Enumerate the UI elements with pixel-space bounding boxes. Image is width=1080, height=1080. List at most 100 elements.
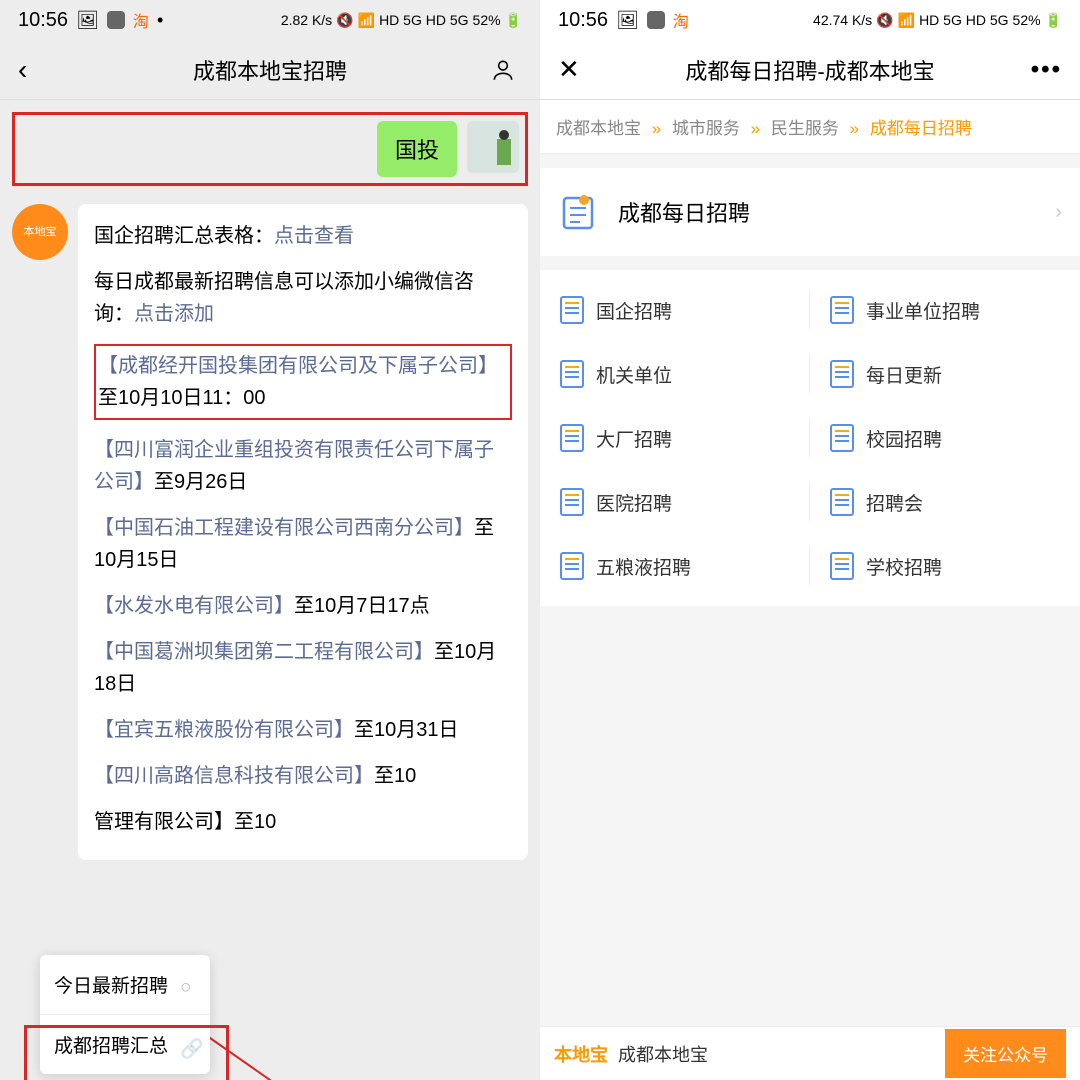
chat-title: 成都本地宝招聘 [50,54,490,86]
footer-bar: 本地宝 成都本地宝 关注公众号 [540,1026,1080,1080]
follow-button[interactable]: 关注公众号 [945,1029,1066,1078]
crumb-sep: » [751,119,760,138]
link-add[interactable]: 点击添加 [134,303,214,325]
incoming-message: 本地宝 国企招聘汇总表格：点击查看 每日成都最新招聘信息可以添加小编微信咨询：点… [12,204,528,860]
msg-item-2: 【四川富润企业重组投资有限责任公司下属子公司】至9月26日 [94,434,512,498]
category-grid: 国企招聘 事业单位招聘 机关单位 每日更新 大厂招聘 校园招聘 医院招聘 招聘会… [540,270,1080,606]
cat-soe[interactable]: 国企招聘 [540,278,810,342]
chat-body[interactable]: 国投 本地宝 国企招聘汇总表格：点击查看 每日成都最新招聘信息可以添加小编微信咨… [0,100,540,1080]
outgoing-bubble[interactable]: 国投 [377,121,457,177]
company-link-5[interactable]: 【中国葛洲坝集团第二工程有限公司】 [94,641,434,663]
msg-item-1-highlighted: 【成都经开国投集团有限公司及下属子公司】至10月10日11：00 [94,344,512,420]
close-button[interactable]: ✕ [558,54,590,85]
status-time: 10:56 [558,9,608,32]
doc-icon [830,296,854,324]
left-screen: 10:56 🖼 淘 • 2.82 K/s 🔇 📶 HD 5G HD 5G 52%… [0,0,540,1080]
cat-jobfair[interactable]: 招聘会 [810,470,1080,534]
company-link-7[interactable]: 【四川高路信息科技有限公司】 [94,765,374,787]
footer-text: 成都本地宝 [618,1041,708,1067]
cat-row: 五粮液招聘 学校招聘 [540,534,1080,598]
cat-campus[interactable]: 校园招聘 [810,406,1080,470]
doc-icon [560,424,584,452]
net-speed: 2.82 K/s [281,12,332,28]
cat-gov[interactable]: 机关单位 [540,342,810,406]
signal-text: HD 5G HD 5G [379,12,468,28]
mute-icon: 🔇 [336,12,353,29]
doc-icon [560,296,584,324]
wifi-icon: 📶 [898,12,915,29]
more-button[interactable]: ••• [1030,56,1062,84]
dot-icon: • [157,10,163,31]
chevron-right-icon: › [1055,201,1062,224]
doc-icon [830,360,854,388]
battery-icon: 🔋 [505,12,522,29]
taobao-icon: 淘 [133,8,149,32]
cat-hospital[interactable]: 医院招聘 [540,470,810,534]
msg-item-6: 【宜宾五粮液股份有限公司】至10月31日 [94,714,512,746]
msg-item-8: 管理有限公司】至10 [94,806,512,838]
picture-icon: 🖼 [76,10,99,31]
company-link-3[interactable]: 【中国石油工程建设有限公司西南分公司】 [94,517,474,539]
company-link-6[interactable]: 【宜宾五粮液股份有限公司】 [94,719,354,741]
status-time: 10:56 [18,9,68,32]
user-avatar[interactable] [467,121,519,173]
app-icon [647,11,665,29]
battery-text: 52% [1013,12,1041,28]
bot-avatar[interactable]: 本地宝 [12,204,68,260]
doc-icon [830,488,854,516]
outgoing-message-highlighted: 国投 [12,112,528,186]
doc-icon [830,552,854,580]
signal-text: HD 5G HD 5G [919,12,1008,28]
doc-icon [560,488,584,516]
profile-icon[interactable] [490,57,522,83]
page-title: 成都每日招聘-成都本地宝 [590,54,1030,86]
msg-item-4: 【水发水电有限公司】至10月7日17点 [94,590,512,622]
recruit-icon [558,190,602,234]
cat-daily[interactable]: 每日更新 [810,342,1080,406]
battery-text: 52% [473,12,501,28]
cat-wuliangye[interactable]: 五粮液招聘 [540,534,810,598]
company-link-4[interactable]: 【水发水电有限公司】 [94,595,294,617]
incoming-bubble: 国企招聘汇总表格：点击查看 每日成都最新招聘信息可以添加小编微信咨询：点击添加 … [78,204,528,860]
crumb-1[interactable]: 成都本地宝 [556,119,641,138]
crumb-3[interactable]: 民生服务 [771,119,839,138]
cat-row: 机关单位 每日更新 [540,342,1080,406]
cat-row: 医院招聘 招聘会 [540,470,1080,534]
link-view[interactable]: 点击查看 [274,225,354,247]
crumb-2[interactable]: 城市服务 [672,119,740,138]
taobao-icon: 淘 [673,8,689,32]
circle-icon: ○ [180,977,196,993]
status-bar-right: 10:56 🖼 淘 42.74 K/s 🔇 📶 HD 5G HD 5G 52% … [540,0,1080,40]
msg-item-7: 【四川高路信息科技有限公司】至10 [94,760,512,792]
status-bar-left: 10:56 🖼 淘 • 2.82 K/s 🔇 📶 HD 5G HD 5G 52%… [0,0,540,40]
crumb-sep: » [652,119,661,138]
msg-item-5: 【中国葛洲坝集团第二工程有限公司】至10月18日 [94,636,512,700]
breadcrumb: 成都本地宝 » 城市服务 » 民生服务 » 成都每日招聘 [540,100,1080,154]
net-speed: 42.74 K/s [813,12,872,28]
msg-line-1: 国企招聘汇总表格：点击查看 [94,220,512,252]
company-link-1[interactable]: 【成都经开国投集团有限公司及下属子公司】 [98,355,498,377]
popup-item-today[interactable]: 今日最新招聘○ [40,955,210,1015]
chat-header: ‹ 成都本地宝招聘 [0,40,540,100]
main-category-card[interactable]: 成都每日招聘 › [540,168,1080,256]
doc-icon [560,552,584,580]
cat-row: 国企招聘 事业单位招聘 [540,278,1080,342]
mute-icon: 🔇 [876,12,893,29]
cat-row: 大厂招聘 校园招聘 [540,406,1080,470]
crumb-4-active: 成都每日招聘 [870,119,972,138]
highlight-box [24,1025,229,1080]
app-icon [107,11,125,29]
cat-school[interactable]: 学校招聘 [810,534,1080,598]
right-screen: 10:56 🖼 淘 42.74 K/s 🔇 📶 HD 5G HD 5G 52% … [540,0,1080,1080]
doc-icon [830,424,854,452]
footer-logo: 本地宝 [554,1041,608,1067]
main-card-title: 成都每日招聘 [618,196,1055,228]
msg-line-2: 每日成都最新招聘信息可以添加小编微信咨询：点击添加 [94,266,512,330]
back-button[interactable]: ‹ [18,54,50,86]
cat-institution[interactable]: 事业单位招聘 [810,278,1080,342]
doc-icon [560,360,584,388]
cat-bigco[interactable]: 大厂招聘 [540,406,810,470]
msg-item-3: 【中国石油工程建设有限公司西南分公司】至10月15日 [94,512,512,576]
battery-icon: 🔋 [1045,12,1062,29]
crumb-sep: » [850,119,859,138]
